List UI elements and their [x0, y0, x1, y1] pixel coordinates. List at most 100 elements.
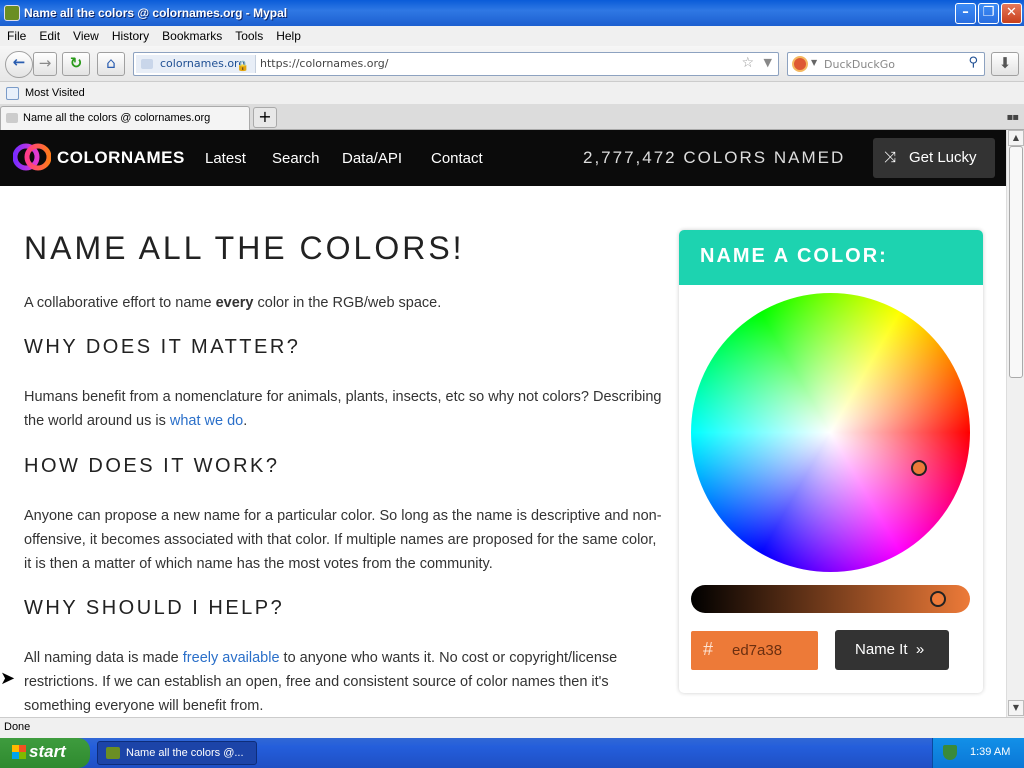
intro-text-start: A collaborative effort to name: [24, 295, 216, 311]
back-arrow-icon: ←: [12, 53, 26, 71]
url-bar[interactable]: colornames.org 🔒 https://colornames.org/…: [133, 52, 779, 76]
paragraph-why-matter: Humans benefit from a nomenclature for a…: [24, 385, 664, 433]
hex-input[interactable]: # ed7a38: [691, 631, 818, 670]
name-it-label: Name It: [855, 641, 908, 658]
page-title: NAME ALL THE COLORS!: [24, 230, 465, 266]
menu-edit[interactable]: Edit: [39, 29, 60, 43]
colors-named-count: 2,777,472 COLORS NAMED: [583, 148, 846, 167]
bookmark-folder-icon: [6, 86, 19, 100]
heading-why-help: WHY SHOULD I HELP?: [24, 597, 285, 619]
reload-icon: ↻: [69, 54, 83, 72]
nav-search[interactable]: Search: [272, 150, 320, 167]
double-chevron-right-icon: »: [911, 641, 925, 658]
search-icon[interactable]: ⚲: [968, 55, 978, 70]
brightness-slider[interactable]: [691, 585, 970, 613]
scrollbar-thumb[interactable]: [1009, 146, 1023, 378]
minimize-button[interactable]: –: [955, 3, 976, 24]
vertical-scrollbar[interactable]: ▲ ▼: [1006, 130, 1024, 717]
lock-icon: 🔒: [236, 61, 249, 72]
forward-arrow-icon: →: [38, 54, 52, 72]
status-bar: Done: [0, 717, 1024, 738]
get-lucky-button[interactable]: ⤨ Get Lucky: [873, 138, 995, 178]
nav-latest[interactable]: Latest: [205, 150, 246, 167]
link-what-we-do[interactable]: what we do: [170, 413, 243, 429]
scroll-up-icon[interactable]: ▲: [1008, 130, 1024, 146]
menu-help[interactable]: Help: [276, 29, 301, 43]
color-wheel[interactable]: [691, 293, 970, 572]
start-button[interactable]: start: [0, 738, 90, 768]
taskbar-item-browser[interactable]: Name all the colors @...: [97, 741, 257, 765]
duckduckgo-icon[interactable]: [792, 56, 808, 72]
paragraph-text: All naming data is made: [24, 650, 183, 666]
browser-taskbar-icon: [106, 747, 120, 759]
menu-history[interactable]: History: [112, 29, 149, 43]
menu-file[interactable]: File: [7, 29, 26, 43]
color-wheel-handle[interactable]: [911, 460, 927, 476]
tab-list-grip-icon[interactable]: ▪▪: [1006, 112, 1019, 123]
menu-bar: File Edit View History Bookmarks Tools H…: [0, 26, 1024, 46]
window-title: Name all the colors @ colornames.org - M…: [24, 6, 288, 20]
menu-tools[interactable]: Tools: [235, 29, 263, 43]
bookmark-most-visited[interactable]: Most Visited: [25, 87, 85, 99]
bookmark-star-icon[interactable]: ☆: [741, 55, 754, 71]
menu-view[interactable]: View: [73, 29, 99, 43]
intro-emphasis: every: [215, 295, 254, 311]
restore-button[interactable]: ❐: [978, 3, 999, 24]
intro-text-end: color in the RGB/web space.: [253, 295, 442, 311]
clock: 1:39 AM: [970, 746, 1011, 758]
close-button[interactable]: ✕: [1001, 3, 1022, 24]
menu-bookmarks[interactable]: Bookmarks: [162, 29, 222, 43]
home-button[interactable]: ⌂: [97, 52, 125, 76]
back-button[interactable]: ←: [5, 51, 33, 78]
search-bar[interactable]: ▼ DuckDuckGo ⚲: [787, 52, 985, 76]
hash-icon: #: [703, 639, 714, 659]
paragraph-why-help: All naming data is made freely available…: [24, 646, 664, 717]
colornames-logo-icon[interactable]: [13, 143, 51, 171]
mouse-cursor-icon: ➤: [0, 668, 16, 689]
system-tray: 1:39 AM: [932, 738, 1024, 768]
download-arrow-icon: ⬇: [998, 54, 1012, 72]
brightness-slider-handle[interactable]: [930, 591, 946, 607]
tab-colornames[interactable]: Name all the colors @ colornames.org: [0, 106, 250, 130]
url-text[interactable]: https://colornames.org/: [260, 57, 389, 70]
taskbar-item-label: Name all the colors @...: [126, 747, 244, 759]
heading-how-work: HOW DOES IT WORK?: [24, 455, 280, 477]
get-lucky-label: Get Lucky: [909, 149, 977, 166]
start-label: start: [29, 742, 66, 761]
home-icon: ⌂: [106, 54, 116, 72]
intro-paragraph: A collaborative effort to name every col…: [24, 291, 664, 315]
browser-app-icon: [4, 5, 20, 21]
windows-logo-icon: [12, 745, 26, 759]
nav-contact[interactable]: Contact: [431, 150, 483, 167]
status-text: Done: [4, 721, 31, 733]
forward-button[interactable]: →: [33, 52, 57, 76]
page-content: COLORNAMES Latest Search Data/API Contac…: [0, 130, 1006, 717]
tab-label: Name all the colors @ colornames.org: [23, 112, 211, 124]
name-it-button[interactable]: Name It »: [835, 630, 949, 670]
reload-button[interactable]: ↻: [62, 52, 90, 76]
window-titlebar: Name all the colors @ colornames.org - M…: [0, 0, 1024, 26]
site-favicon-icon: [141, 59, 153, 69]
hex-value[interactable]: ed7a38: [732, 642, 782, 659]
brand-name[interactable]: COLORNAMES: [57, 148, 185, 168]
site-identity-box[interactable]: colornames.org 🔒: [136, 55, 256, 73]
new-tab-button[interactable]: +: [253, 107, 277, 128]
plus-icon: +: [258, 107, 272, 126]
nav-data-api[interactable]: Data/API: [342, 150, 402, 167]
taskbar: start Name all the colors @... 1:39 AM: [0, 738, 1024, 768]
tab-favicon-icon: [6, 113, 18, 123]
widget-heading: NAME A COLOR:: [679, 230, 983, 285]
shuffle-icon: ⤨: [884, 149, 897, 166]
search-placeholder[interactable]: DuckDuckGo: [824, 58, 895, 71]
tab-strip: Name all the colors @ colornames.org + ▪…: [0, 104, 1024, 130]
downloads-button[interactable]: ⬇: [991, 52, 1019, 76]
security-shield-icon[interactable]: [943, 745, 957, 760]
link-freely-available[interactable]: freely available: [183, 650, 280, 666]
search-engine-dropdown-icon[interactable]: ▼: [811, 58, 817, 67]
url-dropdown-icon[interactable]: ▼: [764, 56, 772, 69]
scroll-down-icon[interactable]: ▼: [1008, 700, 1024, 716]
site-header: COLORNAMES Latest Search Data/API Contac…: [0, 130, 1006, 186]
paragraph-text-end: .: [243, 413, 248, 429]
paragraph-how-work: Anyone can propose a new name for a part…: [24, 508, 662, 572]
name-a-color-widget: NAME A COLOR: # ed7a38 Name It »: [679, 230, 983, 693]
